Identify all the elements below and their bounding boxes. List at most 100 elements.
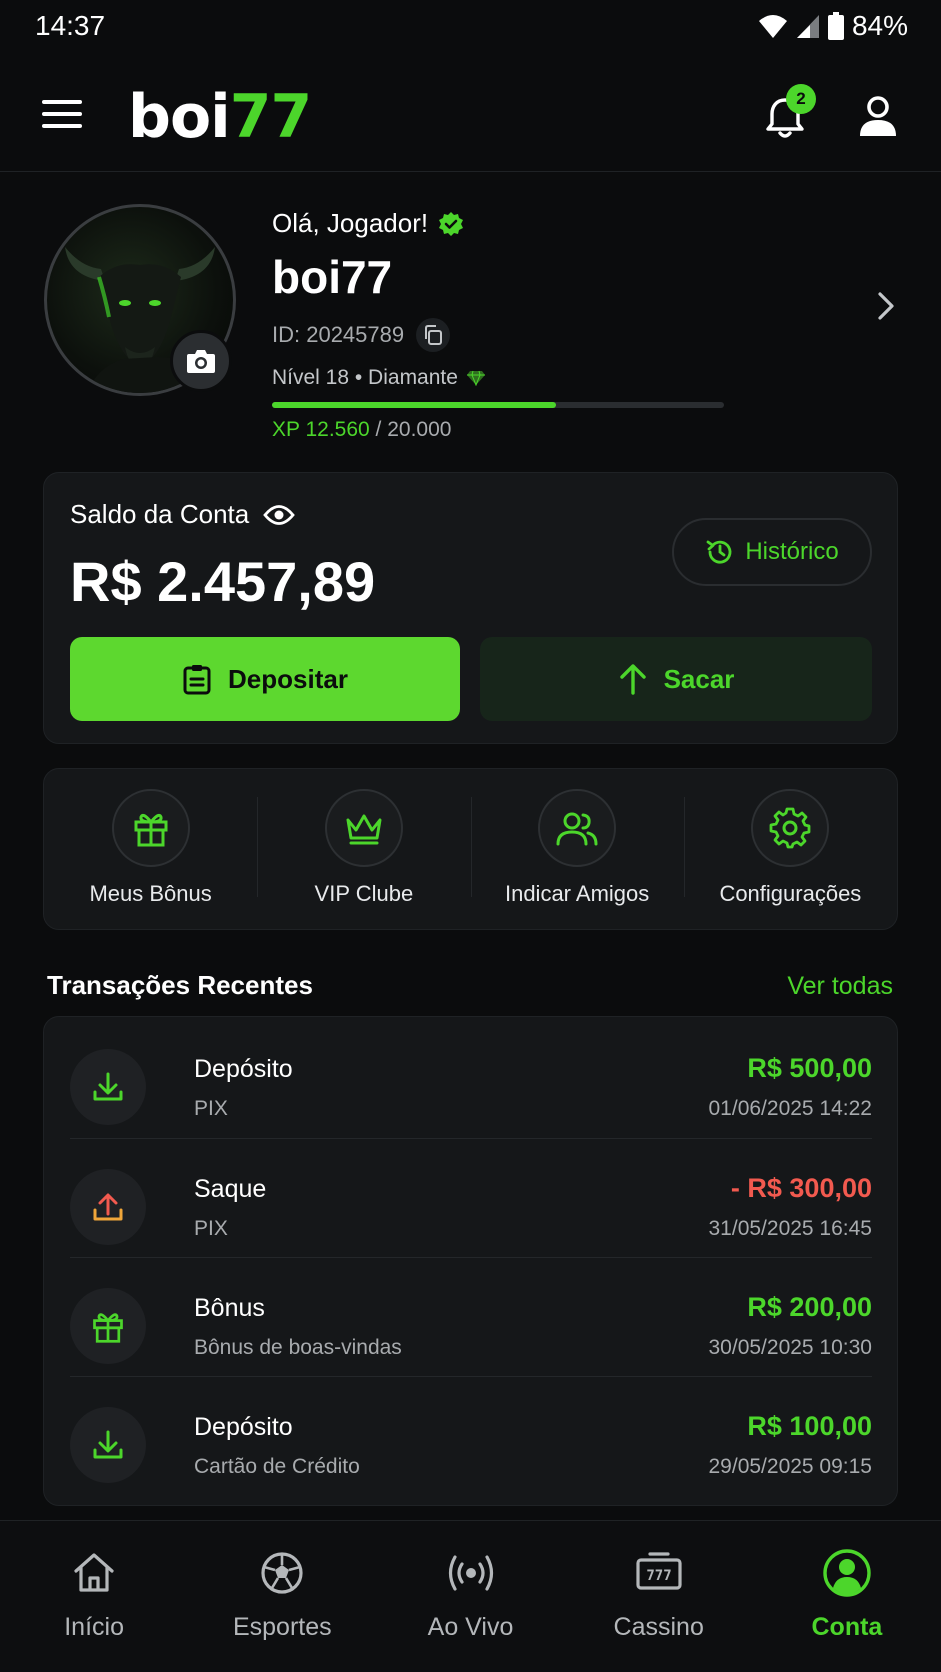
status-time: 14:37 xyxy=(35,10,106,41)
shortcut-settings[interactable]: Configurações xyxy=(683,769,897,929)
see-all-link[interactable]: Ver todas xyxy=(787,972,893,1001)
deposit-label: Depositar xyxy=(228,663,348,694)
slot-machine-icon: 777 xyxy=(633,1547,685,1599)
menu-icon[interactable] xyxy=(42,100,82,130)
svg-text:777: 777 xyxy=(646,1568,671,1584)
nav-item-live[interactable]: Ao Vivo xyxy=(376,1521,564,1672)
transaction-row[interactable]: Bônus Bônus de boas-vindas R$ 200,00 30/… xyxy=(70,1256,872,1376)
eye-icon[interactable] xyxy=(263,504,296,526)
transaction-amount: R$ 200,00 xyxy=(747,1292,872,1322)
copy-icon xyxy=(425,325,443,345)
level-text: Nível 18 • Diamante xyxy=(272,366,458,389)
transaction-method: Cartão de Crédito xyxy=(194,1455,360,1478)
balance-label: Saldo da Conta xyxy=(70,499,296,530)
shortcut-refer-friends[interactable]: Indicar Amigos xyxy=(470,769,684,929)
transaction-date: 30/05/2025 10:30 xyxy=(708,1336,873,1359)
transaction-name: Depósito xyxy=(194,1413,293,1441)
transaction-date: 31/05/2025 16:45 xyxy=(708,1217,873,1240)
greeting-text: Olá, Jogador! xyxy=(272,208,429,238)
transaction-method: Bônus de boas-vindas xyxy=(194,1336,402,1359)
xp-text: XP 12.560 / 20.000 xyxy=(272,418,451,442)
username: boi77 xyxy=(272,251,393,303)
nav-item-account[interactable]: Conta xyxy=(753,1521,941,1672)
transaction-row[interactable]: Saque PIX - R$ 300,00 31/05/2025 16:45 xyxy=(70,1137,872,1257)
transaction-amount: - R$ 300,00 xyxy=(730,1173,872,1203)
nav-label: Ao Vivo xyxy=(427,1613,514,1641)
change-photo-button[interactable] xyxy=(170,330,232,392)
shortcut-label: Meus Bônus xyxy=(89,881,212,906)
transaction-amount: R$ 500,00 xyxy=(747,1053,872,1083)
users-icon xyxy=(538,789,617,867)
logo[interactable]: boi77 xyxy=(128,82,312,152)
account-icon xyxy=(821,1547,873,1599)
xp-current: XP 12.560 xyxy=(272,418,370,441)
transaction-date: 29/05/2025 09:15 xyxy=(708,1455,873,1478)
shortcut-label: Indicar Amigos xyxy=(504,881,650,906)
signal-icon xyxy=(796,15,819,38)
balance-amount: R$ 2.457,89 xyxy=(70,550,376,613)
transaction-method: PIX xyxy=(194,1097,228,1120)
nav-label: Esportes xyxy=(232,1613,332,1641)
app-header: boi77 2 xyxy=(0,60,941,172)
gift-icon xyxy=(70,1288,146,1364)
xp-progress-fill xyxy=(272,402,556,408)
logo-text-boi: boi xyxy=(128,82,231,152)
nav-item-home[interactable]: Início xyxy=(0,1521,188,1672)
battery-level: 84% xyxy=(851,10,908,41)
transaction-name: Bônus xyxy=(194,1294,265,1322)
battery-icon xyxy=(827,12,844,40)
shortcuts-panel: Meus Bônus VIP Clube Indicar Amigos Conf… xyxy=(43,768,898,930)
balance-label-text: Saldo da Conta xyxy=(70,499,250,529)
wifi-icon xyxy=(758,15,787,38)
shortcut-vip-club[interactable]: VIP Clube xyxy=(257,769,470,929)
logo-text-77: 77 xyxy=(229,82,312,152)
history-icon xyxy=(706,540,732,564)
gift-icon xyxy=(111,789,190,867)
xp-progress-bar xyxy=(272,402,724,408)
copy-id-button[interactable] xyxy=(416,318,451,352)
transaction-name: Depósito xyxy=(194,1055,293,1083)
transaction-row[interactable]: Depósito Cartão de Crédito R$ 100,00 29/… xyxy=(70,1375,872,1495)
status-bar: 14:37 84% xyxy=(0,0,941,52)
nav-label: Cassino xyxy=(613,1613,704,1641)
balance-card: Saldo da Conta R$ 2.457,89 Histórico Dep… xyxy=(43,472,898,744)
bottom-nav: Início Esportes Ao Vivo 777 Cassino Cont… xyxy=(0,1520,941,1672)
chevron-right-icon[interactable] xyxy=(872,286,900,326)
nav-item-casino[interactable]: 777 Cassino xyxy=(565,1521,753,1672)
transaction-name: Saque xyxy=(194,1175,267,1203)
greeting: Olá, Jogador! xyxy=(272,208,464,239)
shortcut-label: VIP Clube xyxy=(314,881,414,906)
user-icon[interactable] xyxy=(856,94,900,138)
gear-icon xyxy=(751,789,830,867)
transaction-row[interactable]: Depósito PIX R$ 500,00 01/06/2025 14:22 xyxy=(70,1017,872,1137)
download-icon xyxy=(70,1407,146,1483)
user-level: Nível 18 • Diamante xyxy=(272,366,486,390)
transaction-method: PIX xyxy=(194,1217,228,1240)
xp-total: / 20.000 xyxy=(369,418,452,441)
history-label: Histórico xyxy=(745,538,839,565)
download-icon xyxy=(70,1049,146,1125)
transactions-title: Transações Recentes xyxy=(47,970,313,1000)
profile-section[interactable]: Olá, Jogador! boi77 ID: 20245789 Nível 1… xyxy=(0,186,941,456)
user-id: ID: 20245789 xyxy=(272,318,451,352)
shortcut-my-bonus[interactable]: Meus Bônus xyxy=(44,769,257,929)
withdraw-button[interactable]: Sacar xyxy=(480,637,872,721)
clipboard-icon xyxy=(183,665,211,695)
arrow-up-icon xyxy=(619,664,646,695)
home-icon xyxy=(68,1547,120,1599)
live-broadcast-icon xyxy=(445,1547,497,1599)
nav-label: Conta xyxy=(811,1613,883,1641)
transactions-list: Depósito PIX R$ 500,00 01/06/2025 14:22 … xyxy=(43,1016,898,1506)
nav-label: Início xyxy=(64,1613,124,1641)
history-button[interactable]: Histórico xyxy=(672,518,872,586)
deposit-button[interactable]: Depositar xyxy=(70,637,460,721)
verified-icon xyxy=(439,211,464,236)
crown-icon xyxy=(324,789,403,867)
nav-item-sports[interactable]: Esportes xyxy=(188,1521,376,1672)
diamond-icon xyxy=(466,370,485,386)
transaction-date: 01/06/2025 14:22 xyxy=(708,1097,873,1120)
transaction-amount: R$ 100,00 xyxy=(747,1411,872,1441)
notification-badge: 2 xyxy=(786,84,816,114)
soccer-ball-icon xyxy=(256,1547,308,1599)
user-id-text: ID: 20245789 xyxy=(272,322,405,347)
